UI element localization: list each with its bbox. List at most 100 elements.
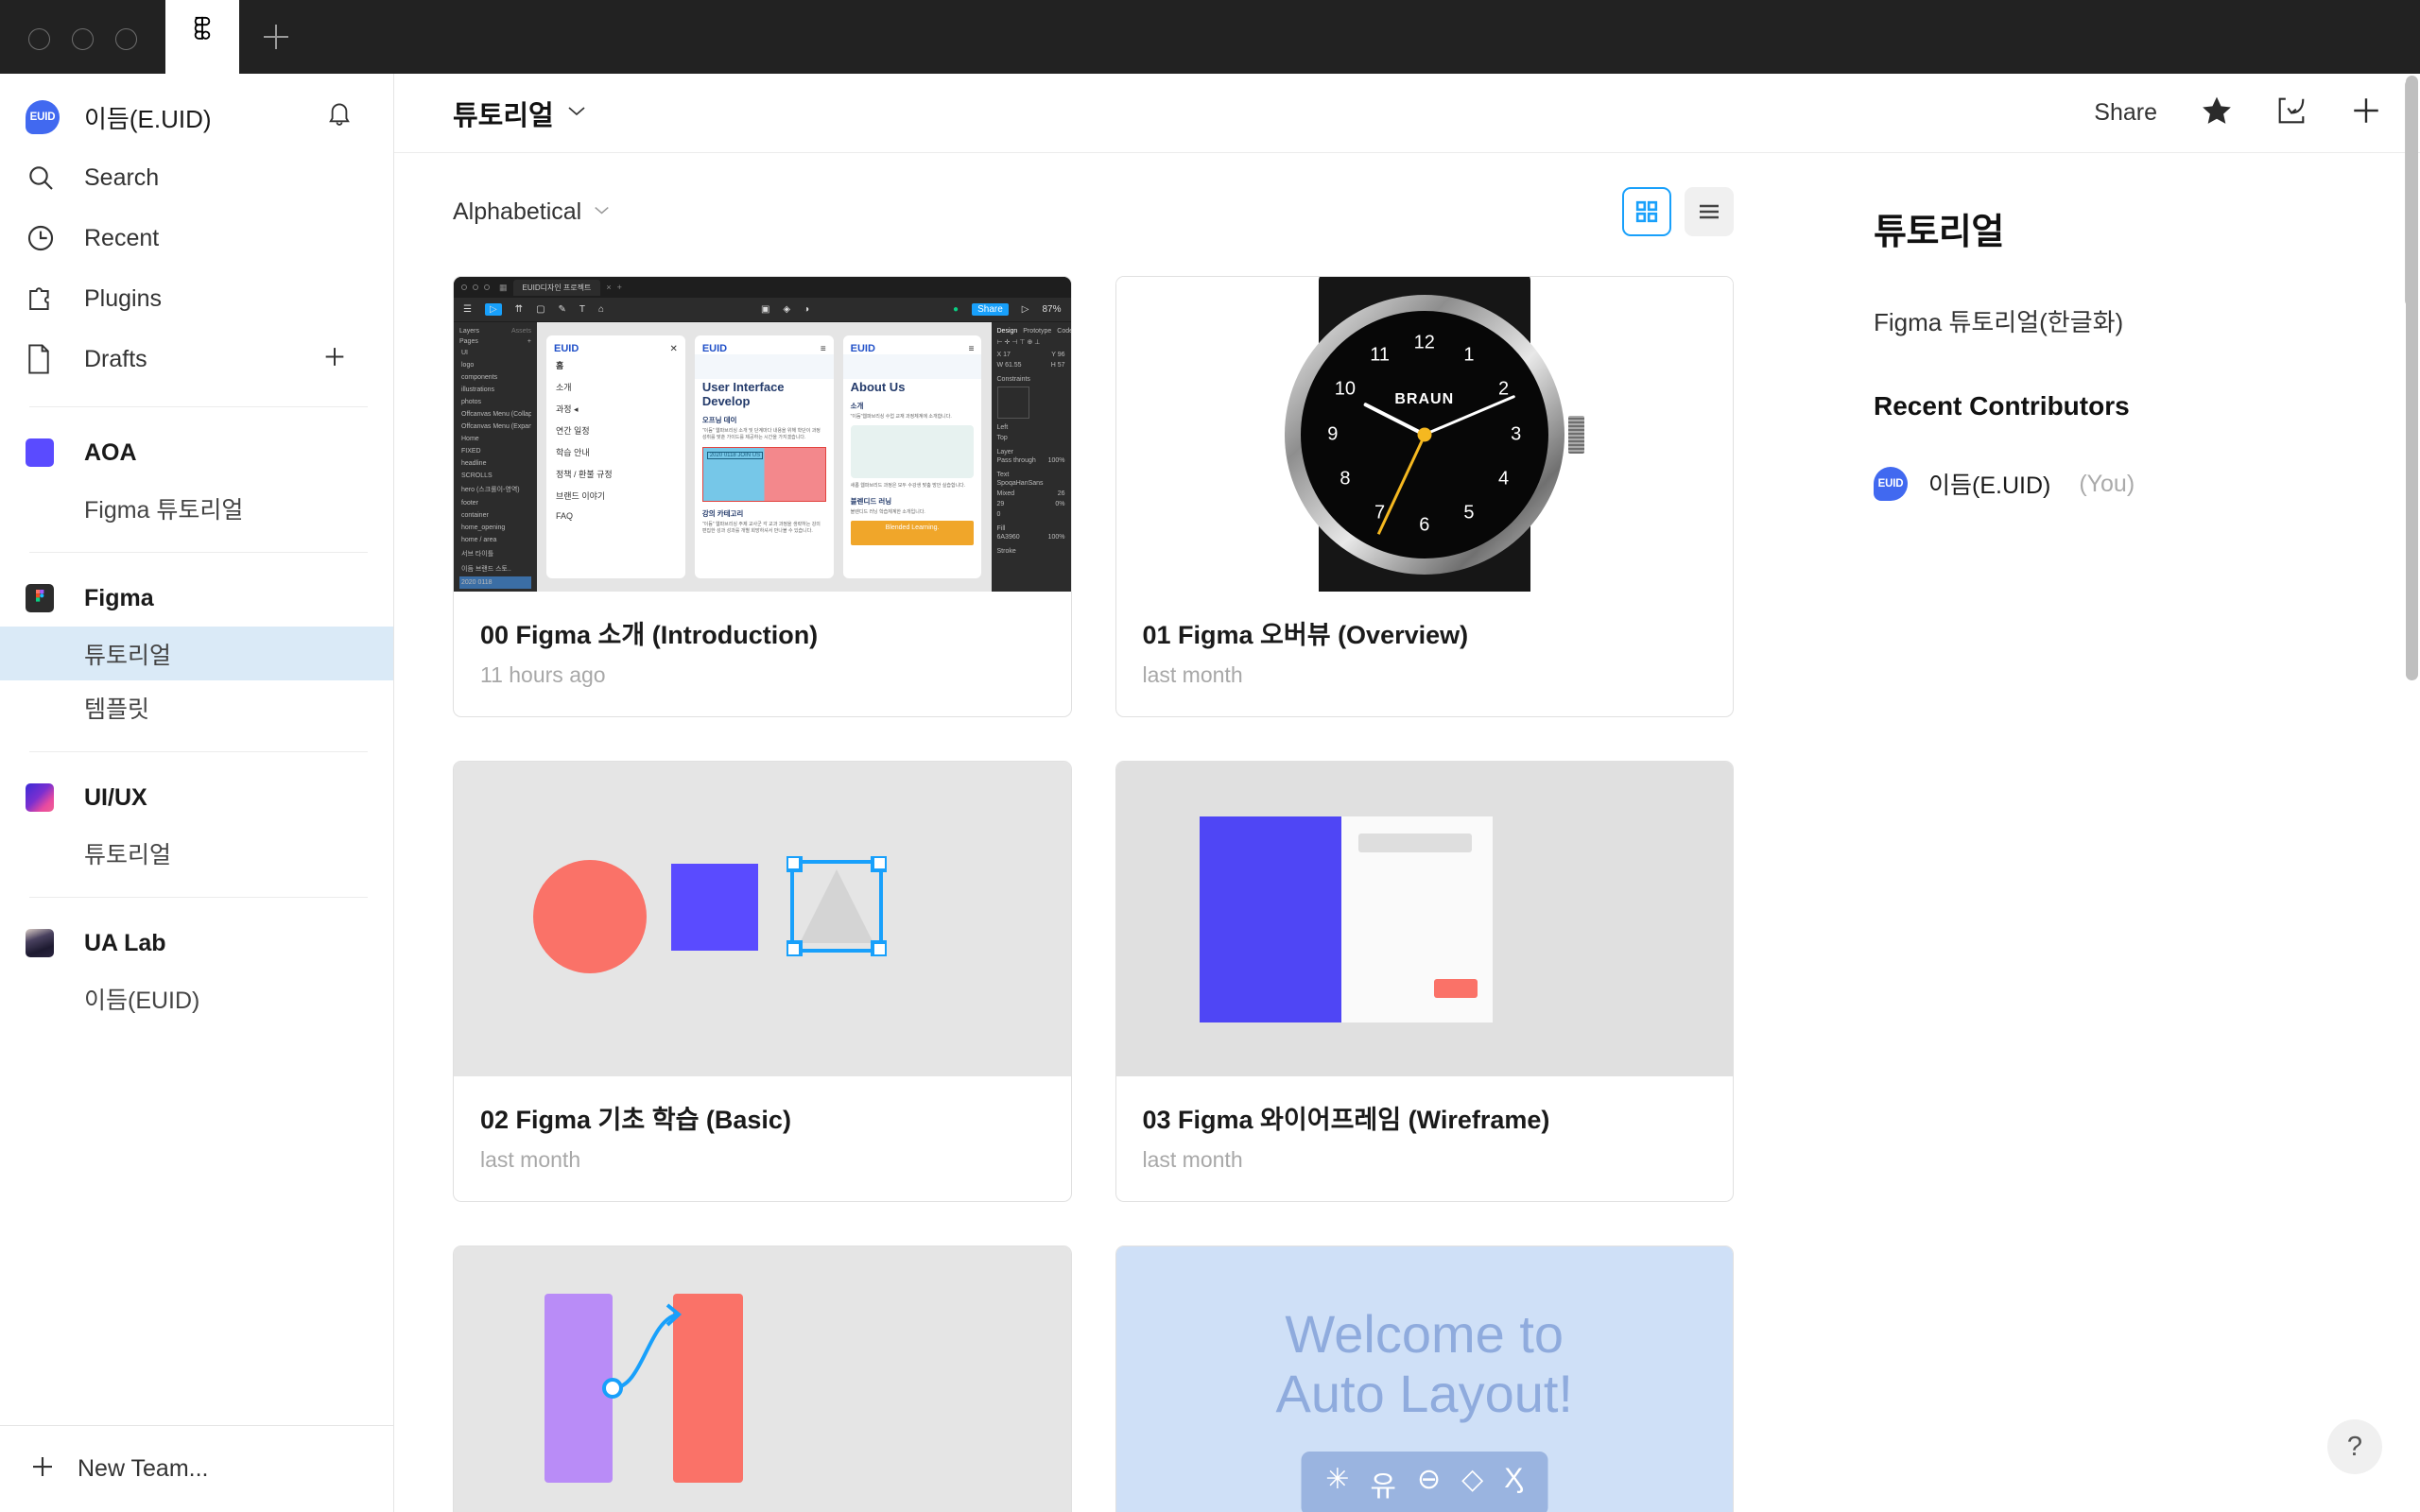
layer-item[interactable]: SCROLLS [459,470,531,482]
design-tab[interactable]: Design [997,328,1018,335]
main-area: 튜토리얼 Share [394,74,2420,1512]
watch-numeral: 8 [1340,468,1350,490]
layer-item[interactable]: Home [459,433,531,445]
tab-figma-home[interactable] [165,0,239,74]
sidebar-item-recent[interactable]: Recent [0,208,393,268]
puzzle-icon [26,284,65,314]
line-height-value[interactable]: 29 [997,501,1005,507]
layer-item[interactable]: Offcanvas Menu (Expanded) [459,421,531,433]
import-icon[interactable] [2276,95,2307,130]
list-view-icon [1697,201,1721,222]
share-button[interactable]: Share [2094,99,2157,127]
layer-item[interactable]: Offcanvas Menu (Collapsed) [459,408,531,421]
sidebar-team-figma[interactable]: Figma [0,570,393,627]
bell-icon[interactable] [325,100,354,135]
hamburger-icon: ≡ [969,336,982,354]
blend-mode[interactable]: Pass through [997,457,1036,464]
add-draft-button[interactable] [321,344,348,375]
prototype-tab[interactable]: Prototype [1023,328,1051,335]
layer-item[interactable]: home_opening [459,522,531,534]
sidebar-project-template[interactable]: 템플릿 [0,680,393,734]
file-card[interactable]: ▦ EUID디자인 프로젝트 ×+ ☰▷ ⇈▢✎T⌂ ▣◈◑ ● Share [453,276,1072,717]
sidebar-item-search[interactable]: Search [0,147,393,208]
list-view-button[interactable] [1685,187,1734,236]
sidebar-team-ualab[interactable]: UA Lab [0,915,393,971]
star-filled-icon[interactable] [2201,95,2233,131]
constraints-label: Constraints [997,376,1065,383]
maximize-button[interactable] [115,28,137,50]
minimize-button[interactable] [72,28,94,50]
sidebar-item-label: Drafts [84,346,147,373]
constraint-horizontal[interactable]: Left [997,424,1009,431]
new-team-button[interactable]: New Team... [0,1425,393,1512]
sidebar-project-label: 템플릿 [26,691,149,725]
stroke-label: Stroke [997,548,1065,555]
layer-item-selected[interactable]: 2020 0118 [459,576,531,589]
layer-item[interactable]: footer [459,497,531,509]
window-controls[interactable] [0,28,137,74]
sidebar: EUID 이듬(E.UID) Search [0,74,394,1512]
file-card[interactable]: BRAUN 12 1 2 3 4 5 6 7 [1115,276,1735,717]
sidebar-team-aoa[interactable]: AOA [0,424,393,481]
help-button[interactable]: ? [2327,1419,2382,1474]
breadcrumb[interactable]: 튜토리얼 [453,94,586,133]
close-button[interactable] [28,28,50,50]
layer-item[interactable]: logo [459,359,531,371]
layer-item[interactable]: illustrations [459,384,531,396]
file-card[interactable]: 03 Figma 와이어프레임 (Wireframe) last month [1115,761,1735,1202]
heading-line-2: Auto Layout! [1116,1365,1734,1424]
layer-item[interactable]: UI [459,347,531,359]
layer-item[interactable]: card_bg [459,589,531,592]
fill-hex[interactable]: 6A3960 [997,534,1020,541]
layers-tab[interactable]: Layers [459,328,479,335]
photo-dark-icon [26,929,54,957]
editor-share-button[interactable]: Share [972,303,1009,316]
plus-icon [28,1452,57,1486]
sidebar-project-tutorial[interactable]: 튜토리얼 [0,627,393,680]
constraint-vertical[interactable]: Top [997,435,1008,441]
layer-item[interactable]: hero (스크롤이-영역) [459,482,531,497]
layer-item[interactable]: 이듬 브랜드 스토.. [459,561,531,576]
plus-icon[interactable] [2350,94,2382,131]
frame-brand: EUID [695,335,735,354]
opacity-value[interactable]: 100% [1048,457,1065,464]
sidebar-project-uiux-tutorial[interactable]: 튜토리얼 [0,826,393,880]
shape-square [671,864,758,951]
font-style-value[interactable]: Mixed [997,490,1015,497]
file-card[interactable]: Welcome to Auto Layout! ✳ 유 ⊖ ◇ Ӽ [1115,1246,1735,1512]
sidebar-user-row[interactable]: EUID 이듬(E.UID) [0,87,393,147]
layer-item[interactable]: headline [459,457,531,470]
file-timestamp: last month [1143,1147,1707,1173]
layer-item[interactable]: home / area [459,534,531,546]
new-tab-button[interactable] [239,0,313,74]
sidebar-item-plugins[interactable]: Plugins [0,268,393,329]
fill-opacity[interactable]: 100% [1048,534,1065,541]
layer-item[interactable]: container [459,509,531,522]
font-size-value[interactable]: 26 [1058,490,1065,497]
file-card[interactable] [453,1246,1072,1512]
window-scrollbar[interactable] [2406,76,2418,680]
contributor-row[interactable]: EUID 이듬(E.UID) (You) [1874,467,2420,501]
sidebar-project-ualab-euid[interactable]: 이듬(EUID) [0,971,393,1025]
code-tab[interactable]: Code [1057,328,1070,335]
paragraph-spacing-value[interactable]: 0 [997,511,1001,518]
layer-item[interactable]: components [459,371,531,384]
sidebar-item-drafts[interactable]: Drafts [0,329,393,389]
layer-item[interactable]: FIXED [459,445,531,457]
top-bar-actions: Share [2094,94,2382,131]
chevron-down-icon [567,105,586,122]
layer-item[interactable]: photos [459,396,531,408]
plus-icon [264,25,288,49]
grid-view-button[interactable] [1622,187,1671,236]
letter-spacing-value[interactable]: 0% [1055,501,1064,507]
top-bar: 튜토리얼 Share [394,74,2420,153]
x-value: 17 [1003,352,1011,358]
sidebar-team-uiux[interactable]: UI/UX [0,769,393,826]
file-card[interactable]: 02 Figma 기초 학습 (Basic) last month [453,761,1072,1202]
sidebar-project-figma-tutorial[interactable]: Figma 튜토리얼 [0,481,393,535]
layer-item[interactable]: 서브 타이틀 [459,546,531,561]
font-family-value[interactable]: SpoqaHanSans [997,480,1044,487]
files-toolbar: Alphabetical [394,153,1815,236]
sort-dropdown[interactable]: Alphabetical [453,198,610,226]
assets-tab[interactable]: Assets [511,328,531,335]
